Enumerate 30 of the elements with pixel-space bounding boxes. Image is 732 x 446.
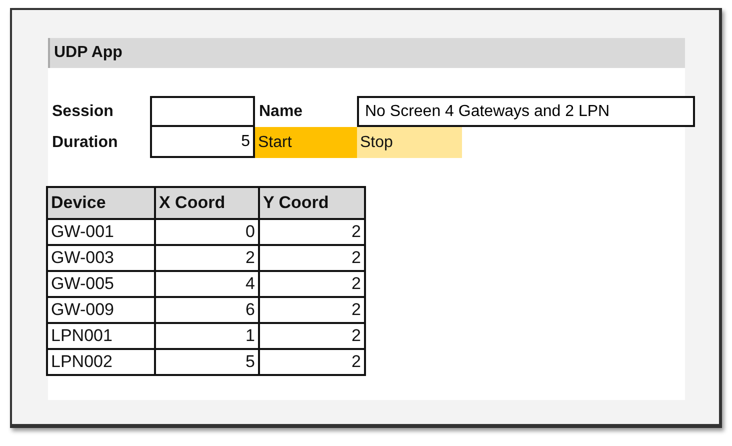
table-cell: 2 [155,245,259,271]
column-header: Device [47,187,155,219]
table-cell: GW-005 [47,271,155,297]
table-cell: GW-003 [47,245,155,271]
start-button[interactable]: Start [255,127,357,158]
session-label: Session [51,102,114,122]
table-cell: 1 [155,323,259,349]
table-cell: LPN002 [47,349,155,375]
column-header: X Coord [155,187,259,219]
table-cell: 6 [155,297,259,323]
table-cell: 4 [155,271,259,297]
table-cell: 5 [155,349,259,375]
duration-label: Duration [51,133,119,153]
table-cell: 2 [259,219,365,245]
session-field[interactable] [150,96,255,127]
table-cell: 2 [259,297,365,323]
table-cell: GW-001 [47,219,155,245]
column-header: Y Coord [259,187,365,219]
name-label: Name [258,102,304,122]
table-cell: 0 [155,219,259,245]
table-cell: 2 [259,349,365,375]
table-cell: 2 [259,323,365,349]
table-cell: 2 [259,245,365,271]
duration-field[interactable]: 5 [150,127,255,158]
table-cell: 2 [259,271,365,297]
table-cell: GW-009 [47,297,155,323]
sheet-title: UDP App [48,38,685,68]
stop-button[interactable]: Stop [357,127,462,158]
table-cell: LPN001 [47,323,155,349]
name-field[interactable]: No Screen 4 Gateways and 2 LPN [357,96,695,127]
